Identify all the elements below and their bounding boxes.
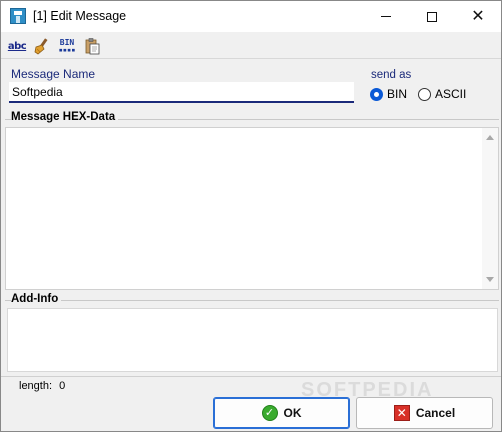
binary-button[interactable]: BIN ▪▪▪▪ <box>57 36 77 56</box>
toolbar: abc BIN ▪▪▪▪ <box>1 32 501 59</box>
cancel-button-label: Cancel <box>415 406 456 420</box>
cancel-x-icon: ✕ <box>393 405 410 421</box>
radio-ascii-label: ASCII <box>435 87 467 101</box>
radio-bin-indicator[interactable] <box>370 87 383 101</box>
ok-button[interactable]: ✓ OK <box>213 397 350 429</box>
minimize-icon <box>381 16 391 17</box>
spellcheck-button[interactable]: abc <box>7 36 27 56</box>
status-bar: length: 0 <box>1 376 501 393</box>
maximize-button[interactable] <box>409 1 455 32</box>
radio-bin[interactable]: BIN <box>370 87 407 101</box>
scroll-down-icon[interactable] <box>486 277 494 282</box>
length-status: length: 0 <box>19 380 65 392</box>
radio-ascii-indicator[interactable] <box>418 87 431 101</box>
scroll-up-icon[interactable] <box>486 135 494 140</box>
message-name-label: Message Name <box>11 67 96 81</box>
ok-button-label: OK <box>283 406 302 420</box>
hex-data-title: Message HEX-Data <box>11 111 119 123</box>
window-title: [1] Edit Message <box>33 9 127 23</box>
check-icon: ✓ <box>261 405 278 421</box>
title-bar[interactable]: [1] Edit Message ✕ <box>1 1 501 32</box>
minimize-button[interactable] <box>363 1 409 32</box>
length-label: length: <box>19 380 53 392</box>
add-info-textarea[interactable] <box>7 308 498 372</box>
cancel-button[interactable]: ✕ Cancel <box>356 397 493 429</box>
spellcheck-icon: abc <box>7 40 27 52</box>
message-name-input[interactable] <box>9 82 354 103</box>
radio-bin-label: BIN <box>387 87 408 101</box>
paste-icon <box>85 38 100 55</box>
length-value: 0 <box>59 380 66 392</box>
brush-icon <box>34 38 48 55</box>
close-button[interactable]: ✕ <box>455 1 501 32</box>
add-info-group-divider <box>5 300 499 301</box>
paste-button[interactable] <box>82 36 102 56</box>
add-info-title: Add-Info <box>11 293 62 305</box>
edit-message-window: [1] Edit Message ✕ abc BIN ▪▪▪▪ Message … <box>0 0 502 432</box>
close-icon: ✕ <box>471 7 485 25</box>
clear-button[interactable] <box>32 36 52 56</box>
app-icon <box>10 8 26 24</box>
radio-ascii[interactable]: ASCII <box>418 87 466 101</box>
hex-data-textarea[interactable] <box>5 127 499 290</box>
send-as-label: send as <box>371 69 412 81</box>
binary-icon-dots: ▪▪▪▪ <box>58 45 76 54</box>
binary-icon: BIN ▪▪▪▪ <box>58 38 76 54</box>
maximize-icon <box>427 11 437 22</box>
hex-scrollbar[interactable] <box>482 128 498 289</box>
